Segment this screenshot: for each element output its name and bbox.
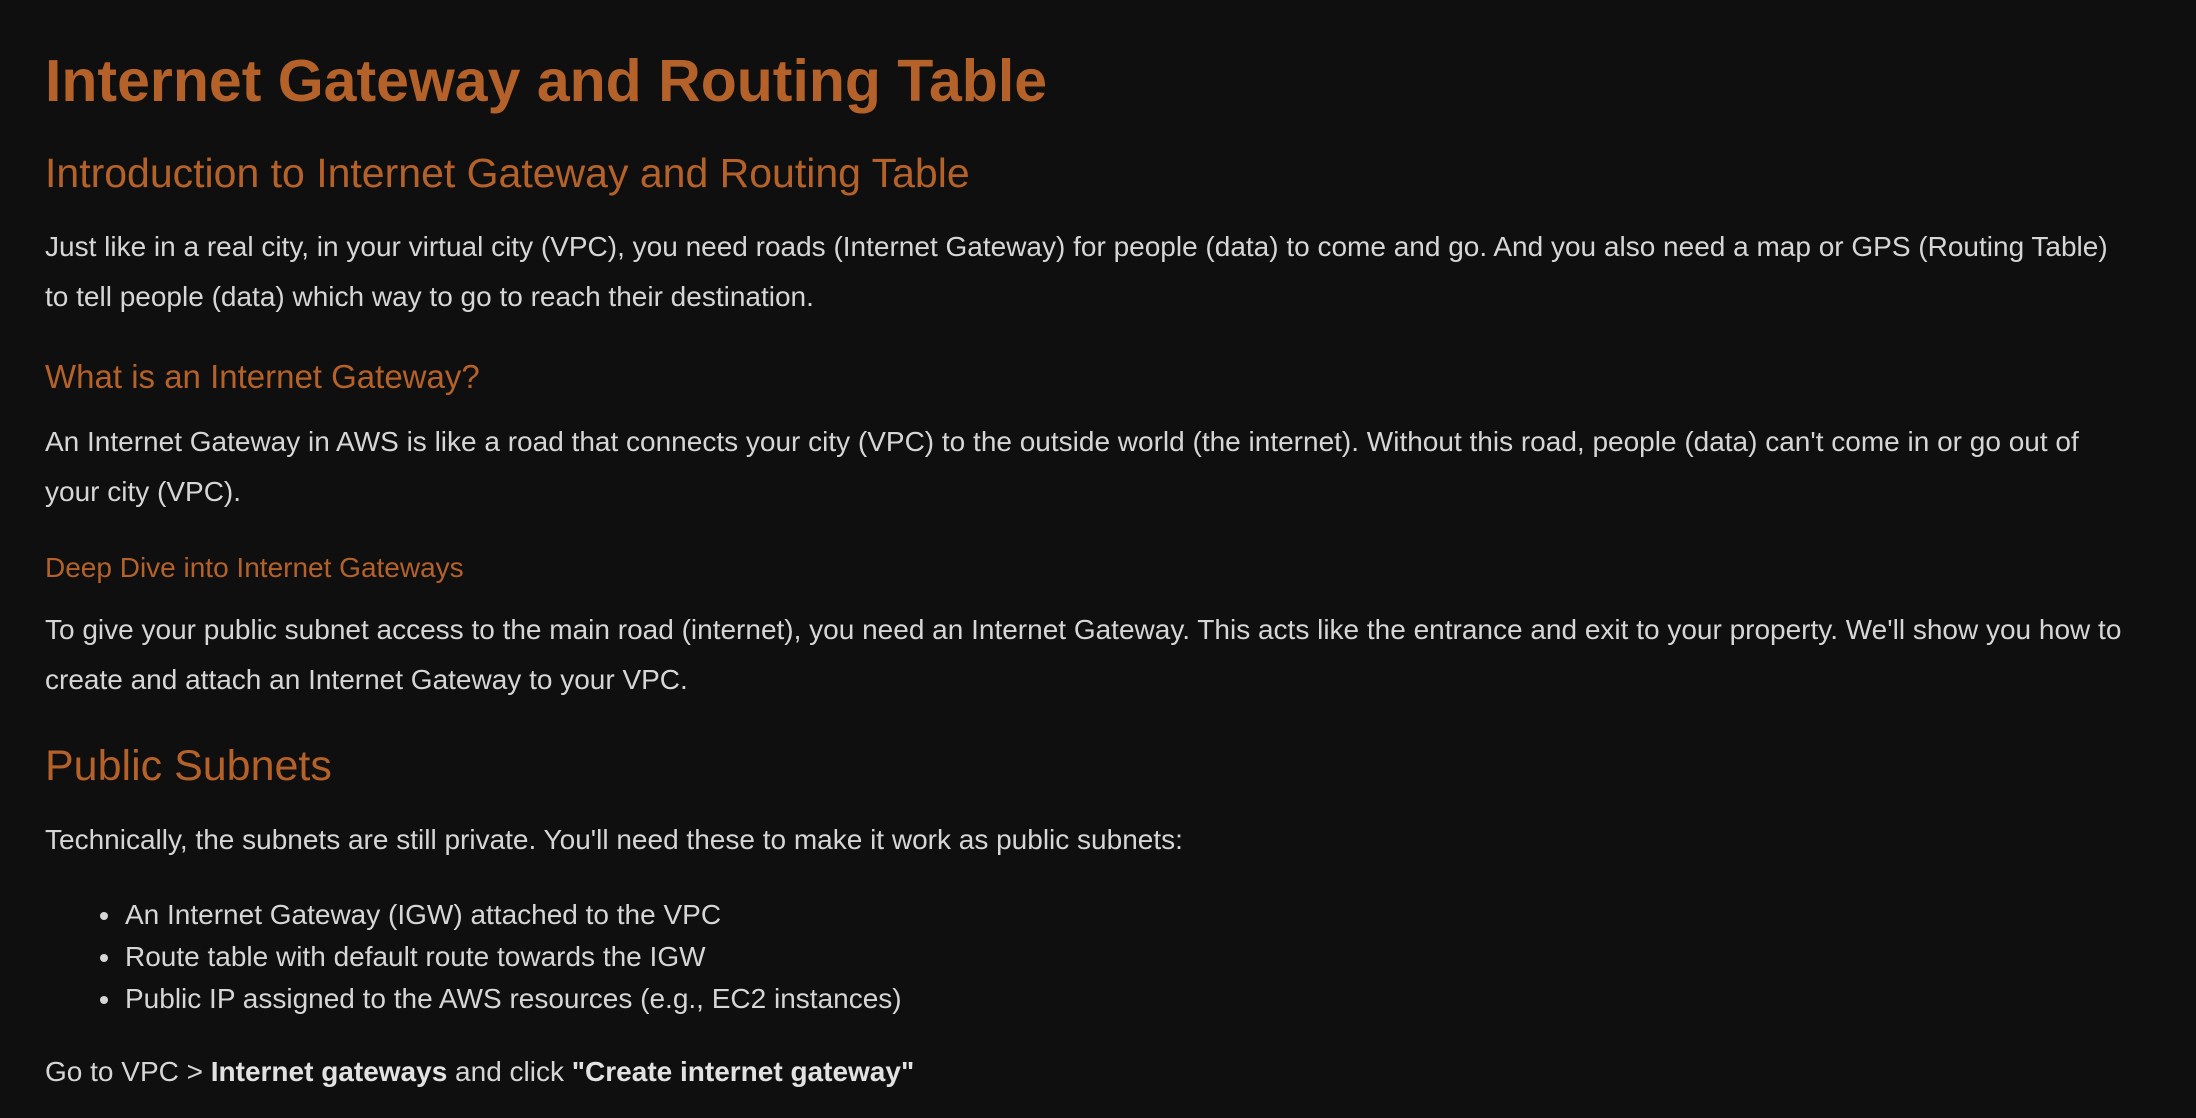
create-internet-gateway-label: "Create internet gateway" [571,1056,915,1087]
instruction-middle: and click [447,1056,572,1087]
deep-dive-paragraph: To give your public subnet access to the… [45,614,2122,695]
page-title: Internet Gateway and Routing Table [45,48,1048,114]
public-subnets-heading: Public Subnets [45,742,332,790]
list-item: An Internet Gateway (IGW) attached to th… [45,894,902,936]
deep-dive-heading: Deep Dive into Internet Gateways [45,552,464,583]
bullet-icon [100,954,108,962]
public-subnets-paragraph: Technically, the subnets are still priva… [45,824,1183,855]
instruction-prefix: Go to VPC > [45,1056,211,1087]
list-item-text: Public IP assigned to the AWS resources … [125,983,902,1014]
list-item: Public IP assigned to the AWS resources … [45,978,902,1020]
intro-paragraph: Just like in a real city, in your virtua… [45,231,2108,312]
instruction-paragraph: Go to VPC > Internet gateways and click … [45,1052,914,1092]
document-page: Internet Gateway and Routing Table Intro… [0,0,2196,1118]
internet-gateways-label: Internet gateways [210,1056,448,1087]
what-is-heading: What is an Internet Gateway? [45,358,480,395]
what-is-paragraph: An Internet Gateway in AWS is like a roa… [45,426,2079,507]
bullet-icon [100,912,108,920]
list-item-text: Route table with default route towards t… [125,941,706,972]
bullet-icon [100,996,108,1004]
list-item-text: An Internet Gateway (IGW) attached to th… [125,899,722,930]
requirements-list: An Internet Gateway (IGW) attached to th… [45,894,902,1020]
list-item: Route table with default route towards t… [45,936,902,978]
intro-heading: Introduction to Internet Gateway and Rou… [45,150,970,196]
